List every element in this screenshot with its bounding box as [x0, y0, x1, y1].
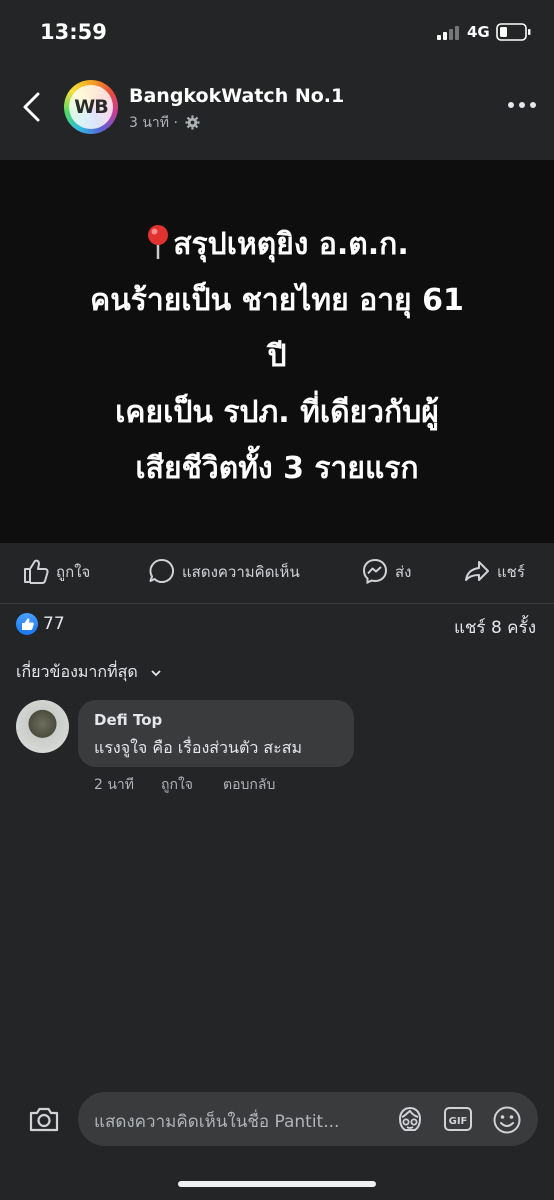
send-button[interactable]: ส่ง — [361, 557, 411, 587]
svg-text:GIF: GIF — [449, 1116, 468, 1127]
post-line: เคยเป็น รปภ. ที่เดียวกับผู้ — [115, 395, 439, 430]
back-arrow-icon[interactable] — [20, 90, 44, 124]
status-time: 13:59 — [40, 20, 107, 44]
home-indicator[interactable] — [178, 1181, 376, 1187]
emoji-icon[interactable] — [491, 1104, 523, 1136]
post-content[interactable]: สรุปเหตุยิง อ.ต.ก. คนร้ายเป็น ชายไทย อาย… — [0, 160, 554, 543]
network-type: 4G — [467, 23, 490, 41]
comment-icon — [149, 558, 174, 583]
share-icon — [465, 561, 489, 581]
like-icon — [24, 559, 49, 584]
avatar-sticker-icon[interactable] — [394, 1104, 426, 1136]
signal-icon — [437, 26, 459, 40]
page-avatar[interactable]: WB — [64, 80, 118, 134]
post-line: คนร้ายเป็น ชายไทย อายุ 61 — [90, 283, 464, 318]
gif-icon[interactable]: GIF — [443, 1104, 473, 1134]
comment-sort-dropdown[interactable]: เกี่ยวข้องมากที่สุด — [16, 660, 161, 685]
comment-like-link[interactable]: ถูกใจ — [161, 774, 193, 796]
comment-input[interactable]: แสดงความคิดเห็นในชื่อ Pantit... GIF — [78, 1092, 538, 1146]
comment-bubble[interactable]: Defi Top แรงจูใจ คือ เรื่องส่วนตัว สะสม — [78, 700, 354, 767]
like-button[interactable]: ถูกใจ — [22, 557, 90, 587]
post-line: สรุปเหตุยิง อ.ต.ก. — [32, 217, 522, 273]
post-line: เสียชีวิตทั้ง 3 รายแรก — [135, 451, 419, 486]
comment-time: 2 นาที — [94, 777, 135, 793]
comment-text: แรงจูใจ คือ เรื่องส่วนตัว สะสม — [94, 738, 303, 757]
comment-reply-link[interactable]: ตอบกลับ — [223, 774, 275, 796]
commenter-avatar[interactable] — [16, 700, 69, 753]
comment-sort-label: เกี่ยวข้องมากที่สุด — [16, 662, 138, 681]
share-count[interactable]: แชร์ 8 ครั้ง — [454, 614, 536, 641]
comment-button[interactable]: แสดงความคิดเห็น — [148, 557, 300, 587]
camera-icon[interactable] — [28, 1104, 60, 1134]
like-count: 77 — [43, 614, 65, 634]
like-reaction-icon — [16, 613, 38, 635]
post-timestamp: 3 นาที · — [129, 115, 178, 131]
post-line: ปี — [267, 339, 287, 374]
page-name[interactable]: BangkokWatch No.1 — [129, 85, 344, 107]
pin-icon — [148, 225, 169, 259]
post-actions: ถูกใจ แสดงความคิดเห็น ส่ง แชร์ — [0, 543, 554, 604]
avatar-initials: WB — [69, 85, 113, 129]
post-meta: 3 นาที · — [129, 112, 200, 134]
more-options-icon[interactable] — [508, 102, 536, 110]
comment-input-placeholder: แสดงความคิดเห็นในชื่อ Pantit... — [94, 1112, 340, 1132]
messenger-icon — [362, 558, 388, 585]
battery-icon — [496, 23, 531, 41]
chevron-down-icon — [151, 670, 161, 677]
status-bar: 13:59 4G — [0, 0, 554, 66]
post-header: WB BangkokWatch No.1 3 นาที · — [0, 66, 554, 160]
post-text: สรุปเหตุยิง อ.ต.ก. คนร้ายเป็น ชายไทย อาย… — [32, 217, 522, 497]
gear-icon — [185, 115, 200, 130]
comment-composer: แสดงความคิดเห็นในชื่อ Pantit... GIF — [0, 1090, 554, 1150]
comment-author[interactable]: Defi Top — [94, 711, 162, 729]
share-button[interactable]: แชร์ — [463, 557, 525, 587]
